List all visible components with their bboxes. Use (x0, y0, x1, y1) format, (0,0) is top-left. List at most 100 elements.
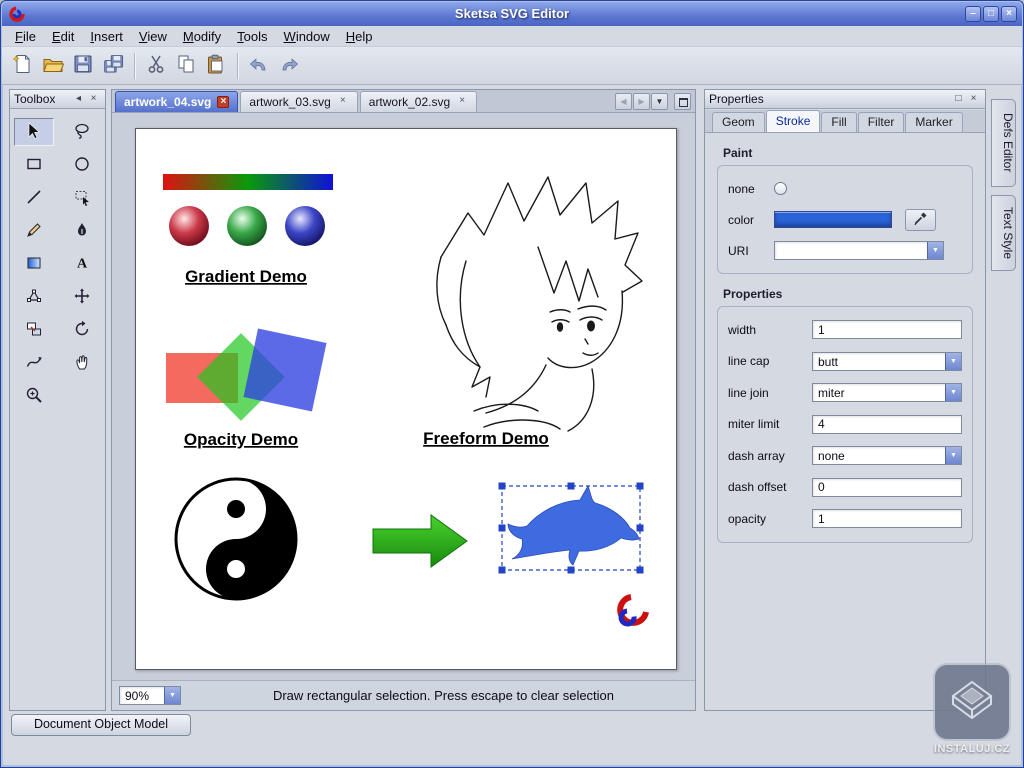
minimize-button[interactable]: – (965, 6, 981, 22)
toolbox-collapse-button[interactable]: ◂ (71, 92, 86, 106)
opacity-demo-object[interactable] (166, 328, 327, 420)
new-document-icon (12, 53, 34, 78)
properties-close-button[interactable]: × (966, 92, 981, 106)
toolbox-close-button[interactable]: × (86, 92, 101, 106)
yin-yang-object[interactable] (176, 479, 296, 599)
redo-button[interactable] (274, 51, 304, 81)
tool-rotate[interactable] (62, 316, 102, 344)
tab-defs-editor[interactable]: Defs Editor (991, 99, 1016, 187)
line-cap-label: line cap (728, 354, 812, 368)
menu-edit[interactable]: Edit (44, 27, 82, 46)
green-sphere-object[interactable] (227, 206, 267, 246)
close-button[interactable]: × (1001, 6, 1017, 22)
tool-pen[interactable] (62, 217, 102, 245)
menu-window[interactable]: Window (276, 27, 338, 46)
swirl-logo-object[interactable] (620, 597, 646, 624)
dolphin-object[interactable] (508, 486, 639, 565)
tool-hand[interactable] (62, 349, 102, 377)
dash-array-select[interactable]: none ▼ (812, 446, 962, 465)
line-join-select[interactable]: miter ▼ (812, 383, 962, 402)
tool-pencil[interactable] (14, 217, 54, 245)
opacity-field[interactable] (812, 509, 962, 528)
tool-move[interactable] (62, 283, 102, 311)
tool-rectangle[interactable] (14, 151, 54, 179)
menu-modify[interactable]: Modify (175, 27, 229, 46)
freeform-demo-label[interactable]: Freeform Demo (423, 429, 549, 448)
open-button[interactable] (38, 51, 68, 81)
maximize-view-button[interactable] (674, 93, 691, 110)
copy-button[interactable] (171, 51, 201, 81)
menu-view[interactable]: View (131, 27, 175, 46)
document-object-model-button[interactable]: Document Object Model (11, 714, 191, 736)
tab-close-icon[interactable]: × (217, 96, 229, 108)
uri-label: URI (728, 244, 774, 258)
tool-zoom[interactable] (14, 382, 54, 410)
dash-offset-field[interactable] (812, 478, 962, 497)
tab-artwork-04[interactable]: artwork_04.svg × (115, 91, 238, 112)
tab-list-button[interactable]: ▼ (651, 93, 668, 110)
chevron-down-icon[interactable]: ▼ (945, 447, 961, 464)
menu-tools[interactable]: Tools (229, 27, 275, 46)
dash-array-label: dash array (728, 449, 812, 463)
chevron-down-icon[interactable]: ▼ (945, 353, 961, 370)
cut-button[interactable] (141, 51, 171, 81)
menu-file[interactable]: File (7, 27, 44, 46)
undo-button[interactable] (244, 51, 274, 81)
chevron-down-icon[interactable]: ▼ (164, 687, 180, 704)
maximize-button[interactable]: □ (983, 6, 999, 22)
tool-gradient[interactable] (14, 250, 54, 278)
tool-lasso[interactable] (62, 118, 102, 146)
menu-insert[interactable]: Insert (82, 27, 131, 46)
freeform-drawing-object[interactable] (437, 177, 642, 431)
tab-fill[interactable]: Fill (821, 112, 856, 132)
opacity-demo-label[interactable]: Opacity Demo (184, 430, 298, 449)
menu-help[interactable]: Help (338, 27, 381, 46)
canvas-page[interactable]: Gradient Demo Opacity Demo (135, 128, 677, 670)
tab-scroll-right-button[interactable]: ▶ (633, 93, 650, 110)
gradient-bar-object[interactable] (163, 174, 333, 190)
uri-select[interactable]: ▼ (774, 241, 944, 260)
tab-text-style[interactable]: Text Style (991, 195, 1016, 271)
tab-artwork-02[interactable]: artwork_02.svg × (360, 91, 477, 112)
tab-scroll-left-button[interactable]: ◀ (615, 93, 632, 110)
tab-filter[interactable]: Filter (858, 112, 905, 132)
save-all-button[interactable] (98, 51, 128, 81)
tool-curve[interactable] (14, 349, 54, 377)
color-picker-button[interactable] (905, 209, 936, 231)
blue-sphere-object[interactable] (285, 206, 325, 246)
tool-text[interactable]: A (62, 250, 102, 278)
gradient-demo-label[interactable]: Gradient Demo (185, 267, 307, 286)
paste-button[interactable] (201, 51, 231, 81)
curve-icon (25, 353, 43, 374)
tab-stroke[interactable]: Stroke (766, 110, 821, 132)
green-arrow-object[interactable] (373, 515, 467, 567)
zoom-select[interactable]: 90% ▼ (119, 686, 181, 705)
miter-limit-field[interactable] (812, 415, 962, 434)
tab-marker[interactable]: Marker (905, 112, 962, 132)
line-cap-value: butt (813, 353, 945, 370)
chevron-down-icon[interactable]: ▼ (927, 242, 943, 259)
none-radio[interactable] (774, 182, 787, 195)
new-button[interactable] (8, 51, 38, 81)
properties-float-button[interactable]: □ (951, 92, 966, 106)
properties-tabbar: Geom Stroke Fill Filter Marker (705, 110, 985, 133)
save-button[interactable] (68, 51, 98, 81)
tool-line[interactable] (14, 184, 54, 212)
red-sphere-object[interactable] (169, 206, 209, 246)
miter-limit-label: miter limit (728, 417, 812, 431)
tool-select[interactable] (14, 118, 54, 146)
tab-geom[interactable]: Geom (712, 112, 765, 132)
chevron-down-icon[interactable]: ▼ (945, 384, 961, 401)
tool-duplicate[interactable] (14, 316, 54, 344)
tool-node-edit[interactable] (14, 283, 54, 311)
titlebar[interactable]: Sketsa SVG Editor – □ × (2, 2, 1022, 26)
color-swatch[interactable] (774, 211, 892, 228)
tab-close-icon[interactable]: × (456, 96, 468, 108)
tab-artwork-03[interactable]: artwork_03.svg × (240, 91, 357, 112)
tool-ellipse[interactable] (62, 151, 102, 179)
line-cap-select[interactable]: butt ▼ (812, 352, 962, 371)
tab-close-icon[interactable]: × (337, 96, 349, 108)
tool-marquee-select[interactable] (62, 184, 102, 212)
marquee-select-icon (73, 188, 91, 209)
width-field[interactable] (812, 320, 962, 339)
